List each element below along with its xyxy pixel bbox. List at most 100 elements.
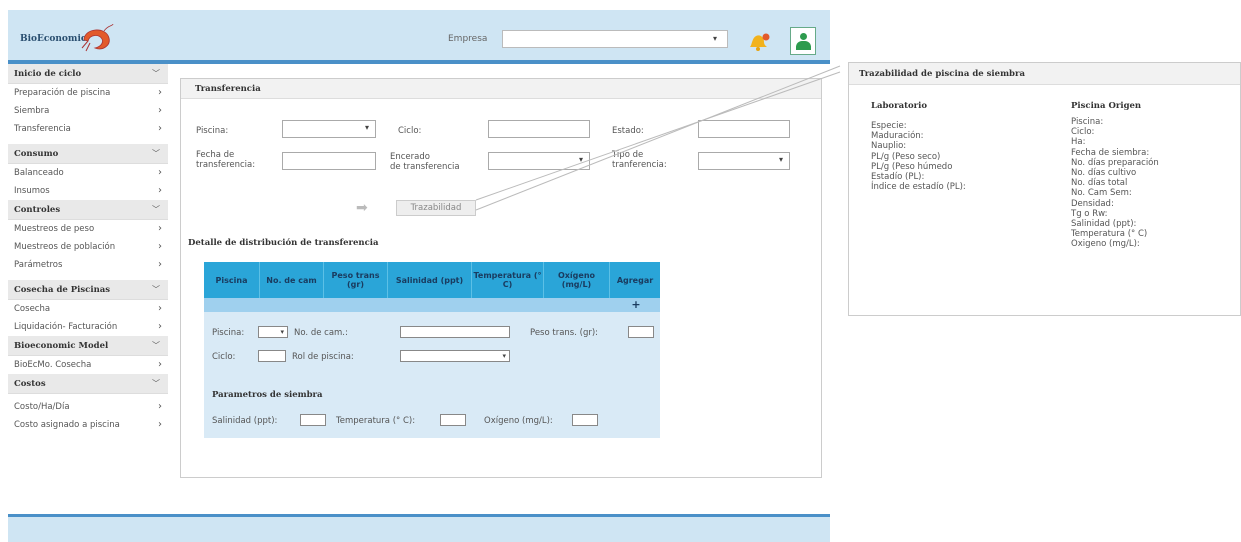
chevron-right-icon: › (158, 401, 162, 412)
grid-rol-label: Rol de piscina: (292, 352, 354, 362)
trace-field-label: No. días preparación (1071, 157, 1159, 168)
grid-oxigeno-input[interactable] (572, 414, 598, 426)
chevron-right-icon: › (158, 223, 162, 234)
chevron-right-icon: › (158, 123, 162, 134)
tipo-transferencia-select[interactable]: ▾ (698, 152, 790, 170)
grid-no-cam-input[interactable] (400, 326, 510, 338)
encerado-label: Encerado de transferencia (390, 152, 460, 172)
arrow-right-icon: ➡ (356, 200, 368, 216)
encerado-select[interactable]: ▾ (488, 152, 590, 170)
trace-field-label: Nauplio: (871, 141, 907, 152)
chevron-down-icon: ▾ (502, 352, 506, 360)
sidebar-item-liquidacion[interactable]: Liquidación- Facturación › (8, 318, 168, 336)
ciclo-input[interactable] (488, 120, 590, 138)
piscina-select[interactable]: ▾ (282, 120, 376, 138)
grid-rol-select[interactable]: ▾ (400, 350, 510, 362)
chevron-right-icon: › (158, 87, 162, 98)
trace-field-label: Oxigeno (mg/L): (1071, 239, 1140, 250)
sidebar-item-cosecha[interactable]: Cosecha › (8, 300, 168, 318)
chevron-down-icon: ﹀ (152, 149, 160, 158)
grid-oxigeno-label: Oxígeno (mg/L): (484, 416, 553, 426)
sidebar-item-parametros[interactable]: Parámetros › (8, 256, 168, 274)
user-profile-button[interactable] (790, 27, 816, 55)
chevron-right-icon: › (158, 321, 162, 332)
notification-bell-icon[interactable] (746, 30, 772, 52)
trace-field-label: Piscina: (1071, 117, 1104, 127)
chevron-down-icon: ﹀ (152, 205, 160, 214)
grid-peso-trans-label: Peso trans. (gr): (530, 328, 599, 338)
shrimp-logo-icon (81, 23, 114, 52)
sidebar-item-insumos[interactable]: Insumos › (8, 182, 168, 200)
col-oxigeno: Oxígeno (mg/L) (544, 262, 610, 298)
tipo-label: Tipo de tranferencia: (612, 150, 667, 170)
sidebar-item-balanceado[interactable]: Balanceado › (8, 164, 168, 182)
chevron-down-icon: ﹀ (152, 341, 160, 350)
fecha-transferencia-input[interactable] (282, 152, 376, 170)
sidebar-item-bioecmo-cosecha[interactable]: BioEcMo. Cosecha › (8, 356, 168, 374)
footer-bar (8, 514, 830, 542)
trace-field-label: Ha: (1071, 137, 1086, 148)
sidebar-section-consumo[interactable]: Consumo ﹀ (8, 144, 168, 164)
col-no-cam: No. de cam (260, 262, 324, 298)
sidebar-item-muestreos-poblacion[interactable]: Muestreos de población › (8, 238, 168, 256)
grid-salinidad-label: Salinidad (ppt): (212, 416, 278, 426)
chevron-right-icon: › (158, 167, 162, 178)
sidebar-item-transferencia[interactable]: Transferencia › (8, 120, 168, 138)
trace-field-label: PL/g (Peso húmedo (871, 161, 953, 172)
grid-salinidad-input[interactable] (300, 414, 326, 426)
laboratorio-title: Laboratorio (871, 101, 928, 111)
grid-temperatura-input[interactable] (440, 414, 466, 426)
piscina-label: Piscina: (196, 126, 229, 136)
grid-no-cam-label: No. de cam.: (294, 328, 348, 338)
trace-field-label: Densidad: (1071, 198, 1114, 209)
trace-field-label: Temperatura (° C) (1071, 229, 1148, 240)
sidebar-item-muestreos-peso[interactable]: Muestreos de peso › (8, 220, 168, 238)
col-peso-trans: Peso trans (gr) (324, 262, 388, 298)
trace-field-label: Salinidad (ppt): (1071, 219, 1137, 229)
trace-field-label: Estadío (PL): (871, 172, 925, 182)
trace-field-label: Maduración: (871, 131, 924, 142)
add-icon[interactable]: + (626, 298, 646, 312)
fecha-label: Fecha de transferencia: (196, 150, 256, 170)
sidebar-item-siembra[interactable]: Siembra › (8, 102, 168, 120)
sidebar-item-costo-asignado[interactable]: Costo asignado a piscina › (8, 416, 168, 434)
sidebar-section-bioeconomic-model[interactable]: Bioeconomic Model ﹀ (8, 336, 168, 356)
sidebar-section-inicio-de-ciclo[interactable]: Inicio de ciclo ﹀ (8, 64, 168, 84)
chevron-down-icon: ▾ (578, 155, 583, 164)
grid-temperatura-label: Temperatura (° C): (336, 416, 416, 426)
chevron-down-icon: ▾ (712, 34, 717, 43)
trace-field-label: Tg o Rw: (1071, 208, 1108, 219)
sidebar-item-preparacion[interactable]: Preparación de piscina › (8, 84, 168, 102)
trazabilidad-button[interactable]: Trazabilidad (396, 200, 476, 216)
panel-title: Transferencia (181, 79, 821, 99)
col-salinidad: Salinidad (ppt) (388, 262, 472, 298)
chevron-right-icon: › (158, 241, 162, 252)
col-temperatura: Temperatura (° C) (472, 262, 544, 298)
empresa-label: Empresa (448, 34, 488, 44)
trace-field-label: Ciclo: (1071, 127, 1095, 138)
chevron-right-icon: › (158, 105, 162, 116)
grid-piscina-label: Piscina: (212, 328, 245, 338)
empresa-select[interactable]: ▾ (502, 30, 728, 48)
chevron-down-icon: ﹀ (152, 285, 160, 294)
chevron-down-icon: ▾ (778, 155, 783, 164)
detail-title: Detalle de distribución de transferencia (188, 238, 379, 248)
sidebar-section-costos[interactable]: Costos ﹀ (8, 374, 168, 394)
trace-panel-title: Trazabilidad de piscina de siembra (849, 63, 1240, 85)
col-piscina: Piscina (204, 262, 260, 298)
sidebar-item-costo-ha-dia[interactable]: Costo/Ha/Día › (8, 398, 168, 416)
estado-input[interactable] (698, 120, 790, 138)
sidebar-section-cosecha-de-piscinas[interactable]: Cosecha de Piscinas ﹀ (8, 280, 168, 300)
chevron-down-icon: ▾ (280, 328, 284, 336)
trace-field-label: No. Cam Sem: (1071, 188, 1132, 199)
sidebar-section-controles[interactable]: Controles ﹀ (8, 200, 168, 220)
chevron-right-icon: › (158, 259, 162, 270)
grid-piscina-select[interactable]: ▾ (258, 326, 288, 338)
trace-field-label: Fecha de siembra: (1071, 147, 1150, 158)
user-icon (800, 33, 807, 40)
grid-ciclo-input[interactable] (258, 350, 286, 362)
trace-field-label: No. días cultivo (1071, 168, 1137, 178)
chevron-right-icon: › (158, 419, 162, 430)
chevron-right-icon: › (158, 303, 162, 314)
grid-peso-trans-input[interactable] (628, 326, 654, 338)
